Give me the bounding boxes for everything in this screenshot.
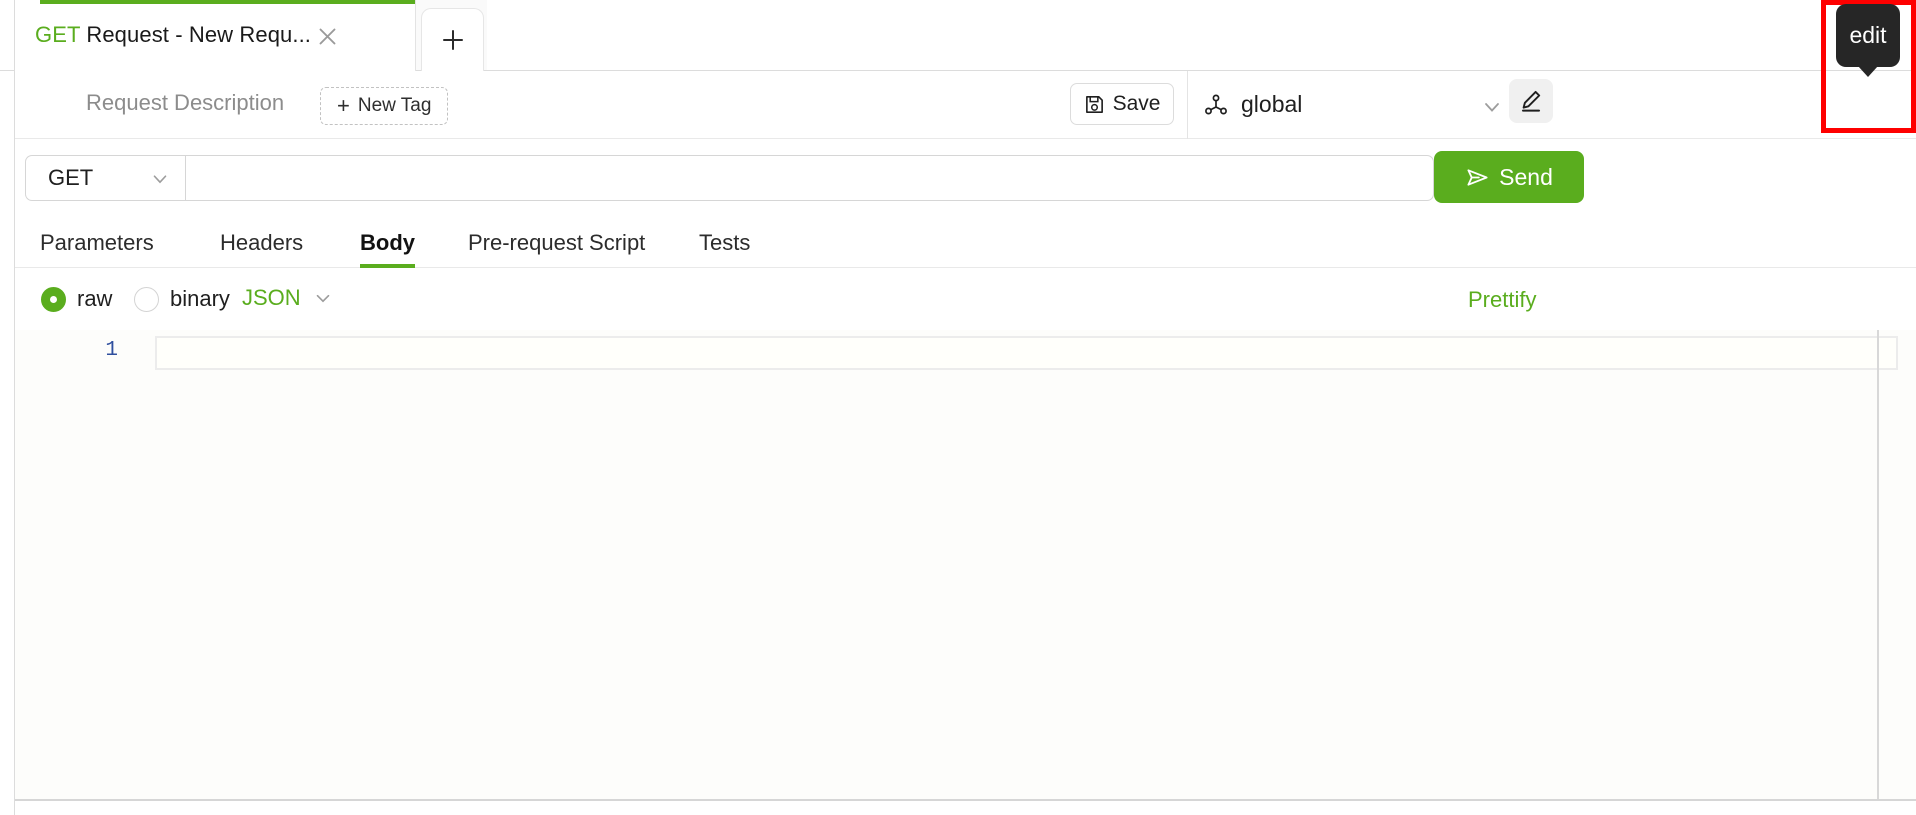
tab-body-label: Body bbox=[360, 229, 415, 255]
environment-selector[interactable]: global bbox=[1203, 71, 1916, 139]
plus-icon: + bbox=[337, 93, 350, 118]
tab-body[interactable]: Body bbox=[360, 217, 415, 268]
save-label: Save bbox=[1112, 92, 1161, 115]
body-code-editor[interactable]: 1 bbox=[15, 330, 1916, 799]
request-section-tabs: Parameters Headers Body Pre-request Scri… bbox=[15, 217, 1916, 268]
tab-parameters-label: Parameters bbox=[40, 229, 154, 255]
new-tab-button[interactable] bbox=[421, 8, 484, 71]
pencil-icon bbox=[1518, 88, 1544, 114]
close-icon[interactable] bbox=[313, 22, 341, 50]
tab-tests-label: Tests bbox=[699, 229, 751, 255]
request-description-field[interactable]: Request Description bbox=[86, 90, 284, 116]
tab-headers-label: Headers bbox=[220, 229, 304, 255]
meta-divider bbox=[1187, 71, 1188, 139]
editor-vertical-rule bbox=[1877, 330, 1879, 799]
tab-tests[interactable]: Tests bbox=[699, 217, 750, 268]
send-label: Send bbox=[1499, 163, 1553, 190]
radio-dot-icon bbox=[134, 286, 159, 312]
api-client-window: GET Request - New Requ... Request Descri… bbox=[0, 0, 1916, 815]
prettify-label: Prettify bbox=[1468, 287, 1537, 312]
send-button[interactable]: Send bbox=[1434, 151, 1584, 203]
request-tab-active[interactable]: GET Request - New Requ... bbox=[15, 0, 416, 71]
body-type-row: raw binary JSON Prettify bbox=[15, 268, 1916, 330]
edit-tooltip-label: edit bbox=[1849, 22, 1887, 48]
radio-raw[interactable]: raw bbox=[41, 283, 112, 315]
save-button[interactable]: Save bbox=[1070, 83, 1174, 125]
body-format-select[interactable]: JSON bbox=[242, 285, 334, 311]
line-number: 1 bbox=[105, 339, 118, 362]
prettify-button[interactable]: Prettify bbox=[1468, 287, 1536, 313]
left-rail bbox=[0, 0, 15, 815]
url-input[interactable] bbox=[185, 155, 1434, 201]
editor-gutter: 1 bbox=[15, 330, 140, 799]
tab-method-badge: GET bbox=[35, 22, 81, 47]
chevron-down-icon bbox=[312, 287, 334, 309]
radio-binary[interactable]: binary bbox=[134, 283, 230, 315]
paper-plane-icon bbox=[1465, 165, 1490, 190]
body-format-value: JSON bbox=[242, 285, 301, 310]
left-rail-divider bbox=[0, 70, 15, 71]
http-method-select[interactable]: GET bbox=[25, 155, 185, 201]
tab-pre-request-script[interactable]: Pre-request Script bbox=[468, 217, 645, 268]
plus-icon bbox=[442, 30, 463, 50]
tab-parameters[interactable]: Parameters bbox=[40, 217, 154, 268]
chevron-down-icon bbox=[149, 168, 171, 190]
tab-title-text: Request - New Requ... bbox=[86, 22, 312, 47]
tab-title: GET Request - New Requ... bbox=[35, 22, 311, 48]
http-method-value: GET bbox=[48, 165, 94, 190]
radio-dot-selected-icon bbox=[41, 286, 66, 312]
edit-tooltip: edit bbox=[1836, 4, 1900, 77]
floppy-disk-icon bbox=[1084, 94, 1105, 115]
tab-strip-empty-area bbox=[487, 0, 1916, 70]
share-nodes-icon bbox=[1203, 92, 1229, 118]
tab-headers[interactable]: Headers bbox=[220, 217, 303, 268]
new-tag-label: New Tag bbox=[357, 95, 432, 116]
bottom-status-area bbox=[15, 801, 1916, 815]
radio-raw-label: raw bbox=[77, 286, 113, 311]
editor-active-line[interactable] bbox=[155, 336, 1898, 370]
tab-strip: GET Request - New Requ... bbox=[15, 0, 1916, 71]
request-meta-bar: Request Description + New Tag Save globa… bbox=[15, 71, 1916, 139]
new-tag-button[interactable]: + New Tag bbox=[320, 87, 449, 125]
environment-label: global bbox=[1241, 91, 1303, 117]
request-url-row: GET Send bbox=[15, 139, 1916, 217]
radio-binary-label: binary bbox=[170, 286, 230, 311]
tab-pre-request-script-label: Pre-request Script bbox=[468, 229, 646, 255]
chevron-down-icon[interactable] bbox=[1480, 95, 1504, 119]
edit-environment-button[interactable] bbox=[1509, 79, 1553, 123]
